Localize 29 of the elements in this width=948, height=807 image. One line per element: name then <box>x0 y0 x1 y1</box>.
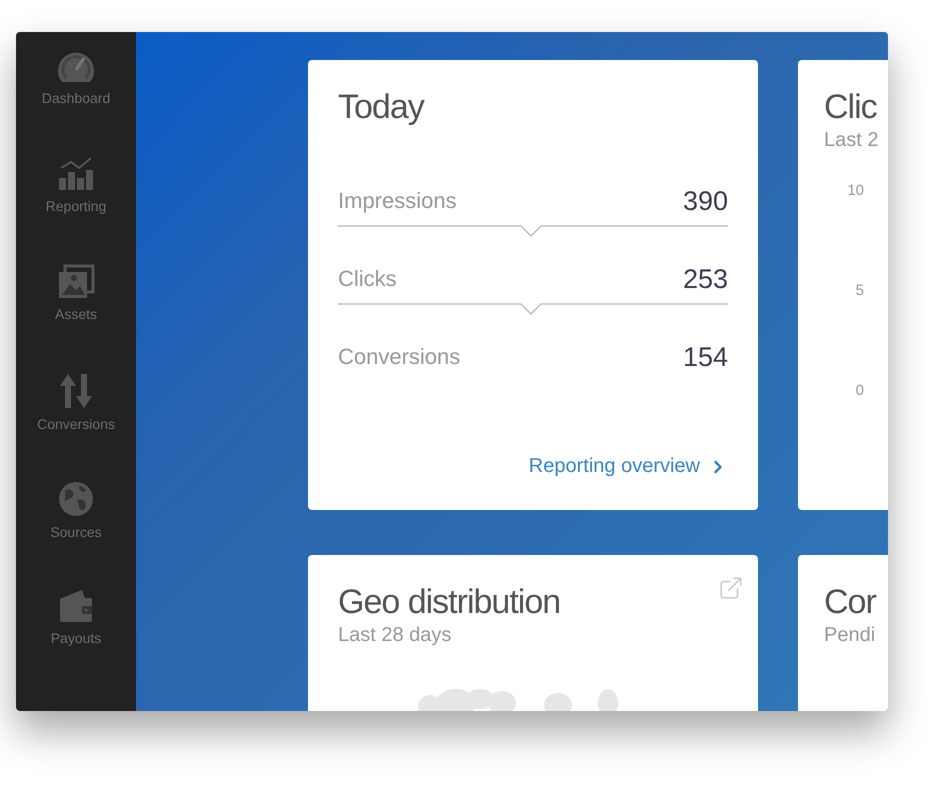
card-title: Cor <box>824 583 878 622</box>
card-subtitle: Last 2 <box>824 129 880 152</box>
sidebar-item[interactable]: Dashboard <box>42 48 110 132</box>
up-down-arrows-icon <box>58 372 94 410</box>
sidebar-item[interactable]: Reporting <box>46 156 106 240</box>
axis-label: 5 <box>856 282 864 300</box>
metric-value: 390 <box>682 186 728 216</box>
card-subtitle: Last 28 days <box>338 624 452 647</box>
card-title: Clic <box>824 88 878 127</box>
bar-chart-icon <box>56 156 95 192</box>
wallet-icon <box>58 588 94 624</box>
sidebar-item[interactable]: Conversions <box>37 372 115 456</box>
globe-icon <box>56 480 95 518</box>
axis-label: 0 <box>856 382 864 400</box>
card-title: Today <box>338 88 426 127</box>
card-title: Geo distribution <box>338 583 562 622</box>
images-icon <box>56 264 95 300</box>
metric-label: Clicks <box>338 266 397 292</box>
sidebar-item[interactable]: Assets <box>54 264 97 348</box>
metric-value: 154 <box>682 342 728 372</box>
sidebar-item[interactable]: Payouts <box>50 588 102 672</box>
metric-label: Impressions <box>338 188 457 214</box>
expand-icon[interactable] <box>718 575 744 601</box>
metric-value: 253 <box>682 264 728 294</box>
metric-label: Conversions <box>338 344 460 370</box>
sidebar-item[interactable]: Sources <box>50 480 102 564</box>
card-subtitle: Pendi <box>824 624 876 647</box>
axis-label: 10 <box>847 182 864 200</box>
reporting-overview-link[interactable]: Reporting overview <box>528 455 728 478</box>
